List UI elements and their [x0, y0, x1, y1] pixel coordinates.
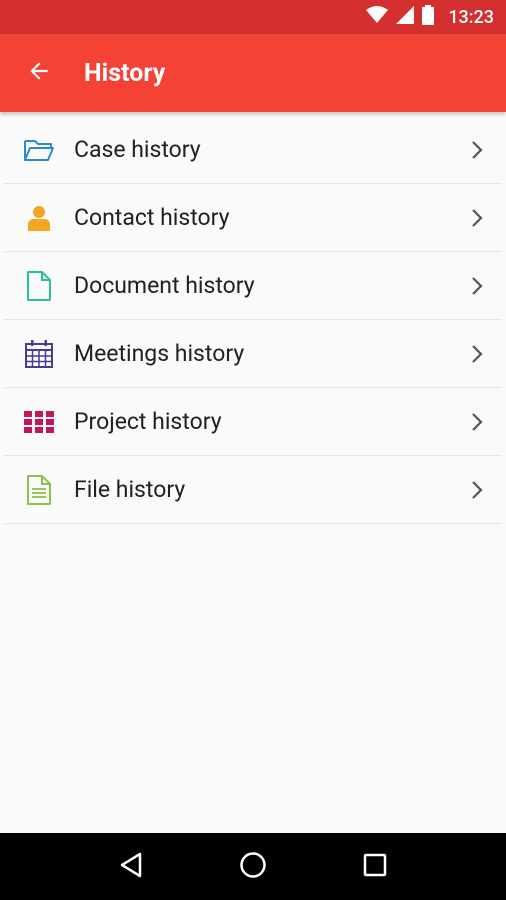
calendar-icon: [4, 339, 74, 368]
status-bar: 13:23: [0, 0, 506, 34]
navigation-bar: [0, 833, 506, 900]
nav-home-button[interactable]: [223, 837, 283, 897]
wifi-icon: [366, 6, 389, 28]
list-item-label: Meetings history: [74, 340, 245, 367]
list-item-label: Document history: [74, 272, 255, 299]
list-item-file-history[interactable]: File history: [4, 456, 502, 524]
document-icon: [4, 270, 74, 301]
chevron-right-icon: [452, 344, 502, 364]
back-triangle-icon: [119, 852, 143, 882]
status-time: 13:23: [448, 6, 494, 28]
list-item-label: Project history: [74, 408, 222, 435]
battery-icon: [422, 5, 435, 29]
list-item-project-history[interactable]: Project history: [4, 388, 502, 456]
chevron-right-icon: [452, 412, 502, 432]
folder-icon: [4, 137, 74, 163]
nav-recents-button[interactable]: [345, 837, 405, 897]
arrow-back-icon: [26, 58, 52, 88]
list-item-meetings-history[interactable]: Meetings history: [4, 320, 502, 388]
list-item-contact-history[interactable]: Contact history: [4, 184, 502, 252]
status-icons: 13:23: [366, 5, 494, 29]
list-item-case-history[interactable]: Case history: [4, 116, 502, 184]
chevron-right-icon: [452, 208, 502, 228]
signal-icon: [396, 6, 415, 28]
grid-icon: [4, 410, 74, 433]
person-icon: [4, 205, 74, 231]
chevron-right-icon: [452, 480, 502, 500]
history-list: Case history Contact history Document hi…: [0, 116, 506, 524]
home-circle-icon: [239, 851, 267, 883]
list-item-label: Case history: [74, 136, 201, 163]
list-item-label: Contact history: [74, 204, 230, 231]
chevron-right-icon: [452, 276, 502, 296]
nav-back-button[interactable]: [101, 837, 161, 897]
list-item-label: File history: [74, 476, 186, 503]
page-title: History: [84, 58, 166, 88]
back-button[interactable]: [0, 34, 78, 112]
chevron-right-icon: [452, 140, 502, 160]
app-bar: History: [0, 34, 506, 112]
list-item-document-history[interactable]: Document history: [4, 252, 502, 320]
recents-square-icon: [363, 853, 387, 881]
file-icon: [4, 474, 74, 505]
